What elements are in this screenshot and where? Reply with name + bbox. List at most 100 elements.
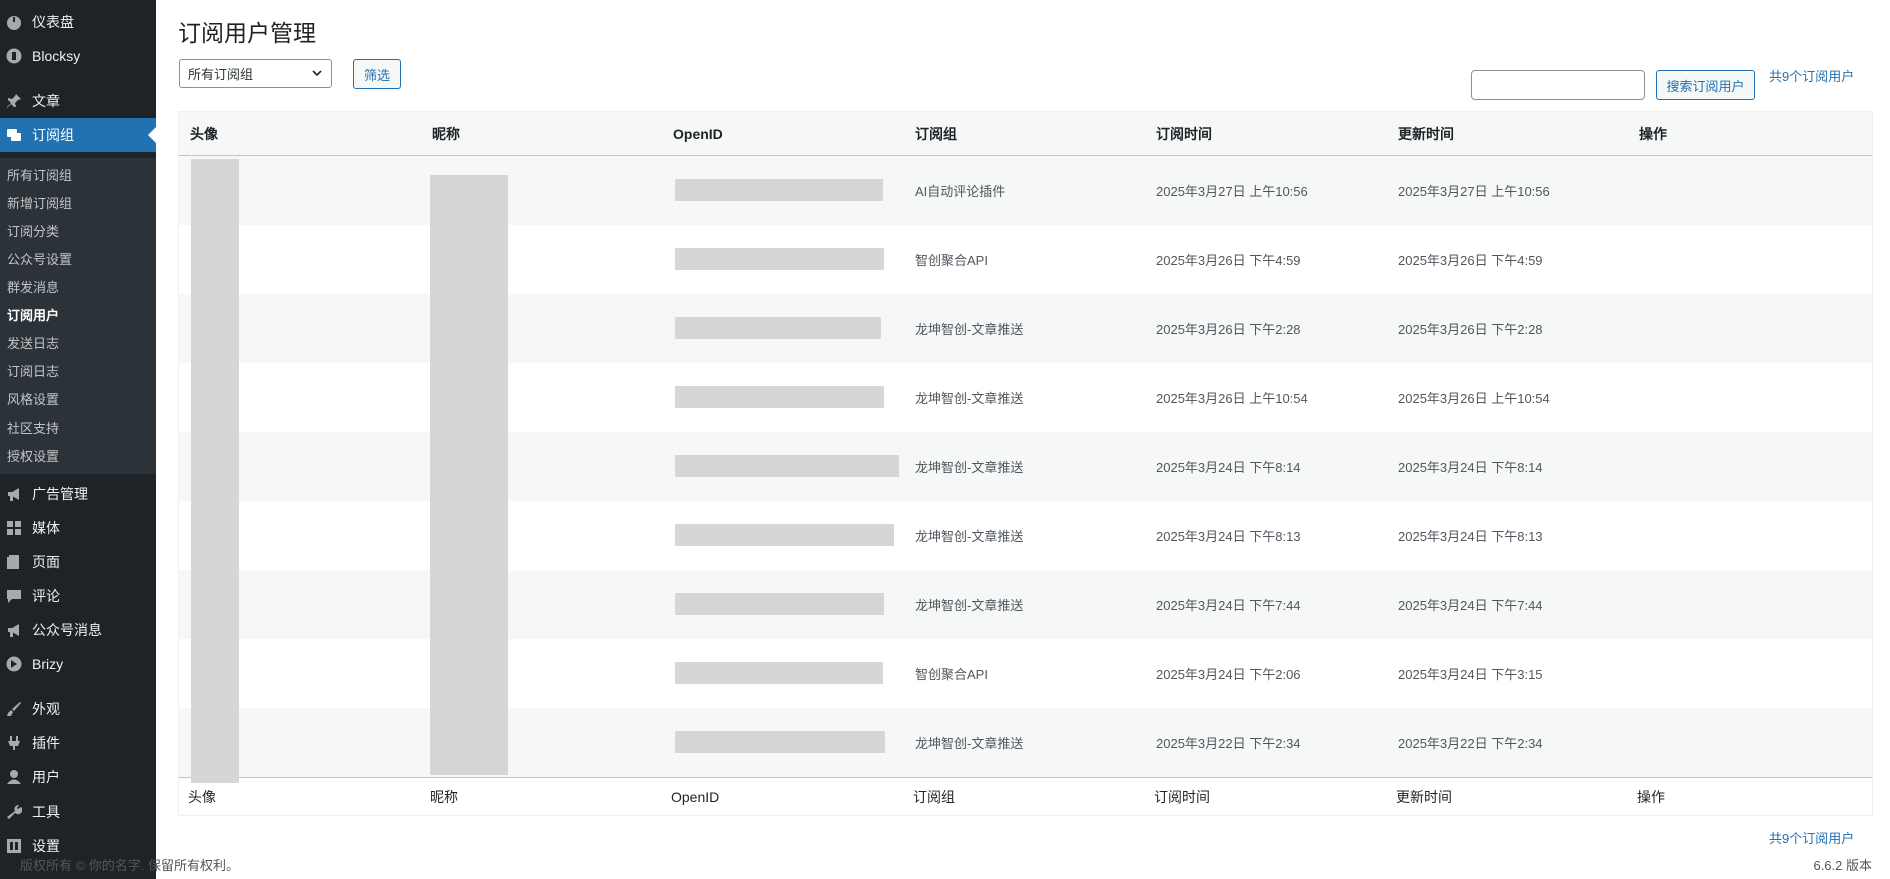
cell-updated: 2025年3月24日 下午7:44 xyxy=(1398,598,1543,613)
dashboard-icon xyxy=(5,13,23,31)
sidebar-item-label: 公众号消息 xyxy=(32,622,102,638)
sidebar-item-7[interactable]: 评论 xyxy=(0,579,156,613)
submenu-item-4[interactable]: 群发消息 xyxy=(7,280,59,296)
column-header: 昵称 xyxy=(430,788,458,805)
submenu-item-9[interactable]: 社区支持 xyxy=(7,421,59,437)
cell-group: AI自动评论插件 xyxy=(915,184,1006,199)
sidebar-item-12[interactable]: 用户 xyxy=(0,760,156,794)
column-header: 订阅组 xyxy=(913,788,955,805)
sidebar-item-label: 媒体 xyxy=(32,520,60,536)
submenu-item-0[interactable]: 所有订阅组 xyxy=(7,168,72,184)
group-filter-value: 所有订阅组 xyxy=(188,67,254,82)
sidebar-item-6[interactable]: 页面 xyxy=(0,545,156,579)
sidebar-item-10[interactable]: 外观 xyxy=(0,692,156,726)
megaphone-icon xyxy=(5,621,23,639)
cell-group: 智创聚合API xyxy=(915,667,988,682)
submenu-item-3[interactable]: 公众号设置 xyxy=(7,252,72,268)
table-header: 头像 昵称 OpenID 订阅组 订阅时间 更新时间 操作 xyxy=(179,112,1872,156)
cell-subscribed: 2025年3月24日 下午7:44 xyxy=(1156,598,1301,613)
openid-redaction xyxy=(675,179,883,201)
cell-updated: 2025年3月27日 上午10:56 xyxy=(1398,184,1550,199)
blocksy-icon xyxy=(5,47,23,65)
sidebar-item-label: 文章 xyxy=(32,93,60,109)
pages-icon xyxy=(5,553,23,571)
users-icon xyxy=(5,768,23,786)
cell-group: 龙坤智创-文章推送 xyxy=(915,736,1024,751)
column-header: OpenID xyxy=(673,125,723,142)
subscriber-count-top: 共9个订阅用户 xyxy=(1769,69,1855,84)
cell-group: 龙坤智创-文章推送 xyxy=(915,322,1024,337)
page-title: 订阅用户管理 xyxy=(178,20,316,46)
main-area: 订阅用户管理 所有订阅组 筛选 搜索订阅用户 共9个订阅用户 头像 昵称 OpenI… xyxy=(156,0,1890,879)
column-header: 订阅组 xyxy=(915,125,957,142)
column-header: 头像 xyxy=(188,788,216,805)
sidebar-item-0[interactable]: 仪表盘 xyxy=(0,5,156,39)
column-header: 更新时间 xyxy=(1398,125,1454,142)
footer-version: 6.6.2 版本 xyxy=(1813,858,1872,873)
cell-updated: 2025年3月24日 下午8:13 xyxy=(1398,529,1543,544)
column-header: OpenID xyxy=(671,788,720,805)
sidebar-item-5[interactable]: 媒体 xyxy=(0,511,156,545)
sidebar-item-8[interactable]: 公众号消息 xyxy=(0,613,156,647)
submenu-item-2[interactable]: 订阅分类 xyxy=(7,224,59,240)
subscriber-count-bottom: 共9个订阅用户 xyxy=(1769,831,1855,846)
cell-updated: 2025年3月22日 下午2:34 xyxy=(1398,736,1543,751)
sidebar-item-1[interactable]: Blocksy xyxy=(0,39,156,73)
admin-sidebar: 仪表盘 Blocksy 文章订阅组广告管理媒体页面评论公众号消息 Brizy 外观 插件用… xyxy=(0,0,156,879)
sidebar-item-11[interactable]: 插件 xyxy=(0,726,156,760)
submenu-item-8[interactable]: 风格设置 xyxy=(7,392,59,408)
openid-redaction xyxy=(675,455,899,477)
group-filter-select[interactable]: 所有订阅组 xyxy=(179,59,332,88)
sidebar-item-label: 工具 xyxy=(32,804,60,820)
cell-subscribed: 2025年3月26日 下午4:59 xyxy=(1156,253,1301,268)
cell-group: 龙坤智创-文章推送 xyxy=(915,529,1024,544)
openid-redaction xyxy=(675,386,884,408)
comment-icon xyxy=(5,587,23,605)
column-header: 更新时间 xyxy=(1396,788,1452,805)
column-header: 操作 xyxy=(1639,125,1667,142)
avatar-redaction xyxy=(191,159,239,783)
sidebar-item-3[interactable]: 订阅组 xyxy=(0,118,156,152)
content-wrap: 订阅用户管理 所有订阅组 筛选 搜索订阅用户 共9个订阅用户 头像 昵称 OpenI… xyxy=(156,0,1890,879)
cell-updated: 2025年3月26日 上午10:54 xyxy=(1398,391,1550,406)
cell-subscribed: 2025年3月26日 下午2:28 xyxy=(1156,322,1301,337)
cell-group: 龙坤智创-文章推送 xyxy=(915,598,1024,613)
media-icon xyxy=(5,519,23,537)
sidebar-item-label: 设置 xyxy=(32,838,60,854)
sidebar-item-label: 订阅组 xyxy=(32,127,74,143)
sidebar-item-2[interactable]: 文章 xyxy=(0,84,156,118)
cell-subscribed: 2025年3月24日 下午2:06 xyxy=(1156,667,1301,682)
cell-subscribed: 2025年3月26日 上午10:54 xyxy=(1156,391,1308,406)
submenu-item-1[interactable]: 新增订阅组 xyxy=(7,196,72,212)
search-input[interactable] xyxy=(1471,70,1645,100)
plugins-icon xyxy=(5,734,23,752)
comments-icon xyxy=(5,126,23,144)
cell-subscribed: 2025年3月24日 下午8:14 xyxy=(1156,460,1301,475)
column-header: 订阅时间 xyxy=(1156,125,1212,142)
sidebar-item-4[interactable]: 广告管理 xyxy=(0,477,156,511)
sidebar-item-label: 页面 xyxy=(32,554,60,570)
filter-button[interactable]: 筛选 xyxy=(353,59,401,89)
sidebar-item-13[interactable]: 工具 xyxy=(0,795,156,829)
submenu-item-6[interactable]: 发送日志 xyxy=(7,336,59,352)
settings-icon xyxy=(5,837,23,855)
footer-copyright: 版权所有 © 你的名字. 保留所有权利。 xyxy=(20,858,240,873)
cell-updated: 2025年3月24日 下午8:14 xyxy=(1398,460,1543,475)
cell-group: 龙坤智创-文章推送 xyxy=(915,391,1024,406)
nickname-redaction xyxy=(430,175,508,775)
table-footer: 头像 昵称 OpenID 订阅组 订阅时间 更新时间 操作 xyxy=(179,777,1872,815)
submenu-item-7[interactable]: 订阅日志 xyxy=(7,364,59,380)
sidebar-item-9[interactable]: Brizy xyxy=(0,647,156,681)
column-header: 订阅时间 xyxy=(1154,788,1210,805)
search-subscribers-button[interactable]: 搜索订阅用户 xyxy=(1656,70,1755,100)
brizy-icon xyxy=(5,655,23,673)
submenu-item-5[interactable]: 订阅用户 xyxy=(7,308,59,324)
column-header: 头像 xyxy=(190,125,218,142)
sidebar-item-label: 评论 xyxy=(32,588,60,604)
cell-subscribed: 2025年3月27日 上午10:56 xyxy=(1156,184,1308,199)
openid-redaction xyxy=(675,317,881,339)
current-menu-arrow xyxy=(148,127,156,143)
sidebar-item-label: Blocksy xyxy=(32,48,81,64)
submenu-item-10[interactable]: 授权设置 xyxy=(7,449,59,465)
openid-redaction xyxy=(675,524,894,546)
